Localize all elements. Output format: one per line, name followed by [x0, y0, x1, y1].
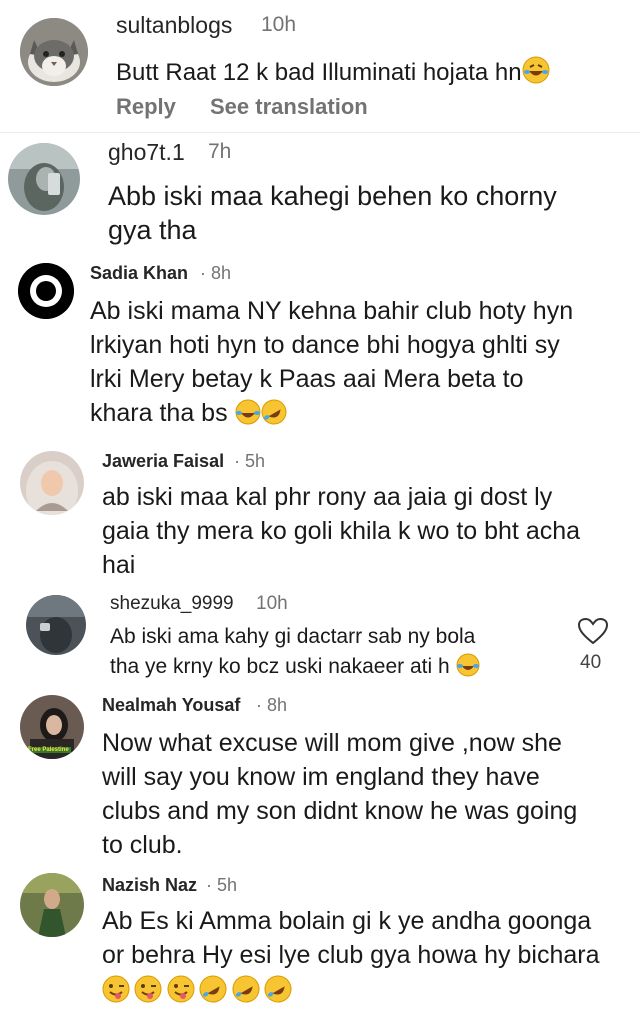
comment-line: hai [102, 551, 136, 579]
comment-line: Abb iski maa kahegi behen ko chorny [108, 181, 557, 211]
emoji-row [102, 975, 292, 1005]
comment-line: lrkiyan hoti hyn to dance bhi hogya ghlt… [90, 331, 560, 359]
comment-line: Ab iski ama kahy gi dactarr sab ny bola [110, 625, 476, 648]
username[interactable]: shezuka_9999 [110, 593, 234, 615]
username[interactable]: sultanblogs [116, 12, 232, 39]
like-count: 40 [580, 652, 602, 673]
rolling-laughing-emoji-icon [261, 399, 287, 432]
like-button[interactable] [577, 617, 609, 645]
comment-line: gaia thy mera ko goli khila k wo to bht … [102, 517, 581, 545]
timestamp: 10h [256, 593, 288, 614]
username[interactable]: Jaweria Faisal [102, 451, 224, 472]
timestamp: · 5h [234, 451, 266, 471]
timestamp: · 8h [200, 263, 232, 283]
winking-tongue-emoji-icon [102, 975, 130, 1008]
comment-jaweria-faisal: Jaweria Faisal · 5h ab iski maa kal phr … [0, 443, 640, 585]
comment-line: clubs and my son didnt know he was going [102, 797, 578, 825]
comment-line: lrki Mery betay k Paas aai Mera beta to [90, 365, 524, 393]
default-avatar-icon [18, 263, 74, 319]
timestamp: 7h [208, 140, 232, 163]
comment-text-last: tha ye krny ko bcz uski nakaeer ati h [110, 653, 480, 683]
comment-gho7t: gho7t.1 7h Abb iski maa kahegi behen ko … [0, 133, 640, 253]
comment-sultanblogs: sultanblogs 10h Butt Raat 12 k bad Illum… [0, 0, 640, 130]
comment-text-last: khara tha bs [90, 399, 287, 432]
rolling-laughing-emoji-icon [264, 975, 292, 1008]
username[interactable]: Nealmah Yousaf [102, 695, 240, 716]
comment-line: tha ye krny ko bcz uski nakaeer ati h [110, 655, 450, 678]
avatar[interactable] [20, 451, 84, 515]
timestamp: 10h [261, 13, 297, 36]
comment-text: Butt Raat 12 k bad Illuminati hojata hn [116, 56, 550, 91]
avatar[interactable]: Free Palestine [20, 695, 84, 759]
comment-nazish-naz: Nazish Naz · 5h Ab Es ki Amma bolain gi … [0, 867, 640, 1020]
winking-tongue-emoji-icon [167, 975, 195, 1008]
username[interactable]: Sadia Khan [90, 263, 188, 284]
person-avatar-icon [20, 873, 84, 937]
laughing-emoji-icon [522, 56, 550, 91]
avatar[interactable] [8, 143, 80, 215]
comment-sadia-khan: Sadia Khan · 8h Ab iski mama NY kehna ba… [0, 253, 640, 443]
person-avatar-icon [8, 143, 80, 215]
avatar[interactable] [20, 18, 88, 86]
comment-line: ab iski maa kal phr rony aa jaia gi dost… [102, 483, 553, 511]
avatar-caption: Free Palestine [26, 747, 71, 753]
comment-line: or behra Hy esi lye club gya howa hy bic… [102, 941, 600, 969]
laughing-emoji-icon [235, 399, 261, 432]
heart-icon [577, 617, 609, 645]
see-translation-button[interactable]: See translation [210, 94, 368, 120]
comment-line: gya tha [108, 215, 197, 245]
comment-line: Ab iski mama NY kehna bahir club hoty hy… [90, 297, 574, 325]
comment-line: will say you know im england they have [102, 763, 540, 791]
timestamp: · 5h [206, 875, 238, 895]
cat-avatar-icon [20, 18, 88, 86]
username[interactable]: gho7t.1 [108, 139, 185, 166]
avatar[interactable] [26, 595, 86, 655]
comment-nealmah-yousaf: Free Palestine Nealmah Yousaf · 8h Now w… [0, 687, 640, 867]
woman-avatar-icon [20, 451, 84, 515]
rolling-laughing-emoji-icon [232, 975, 260, 1008]
dark-avatar-icon [26, 595, 86, 655]
comment-line: khara tha bs [90, 399, 228, 427]
comment-line: Ab Es ki Amma bolain gi k ye andha goong… [102, 907, 592, 935]
reply-button[interactable]: Reply [116, 94, 176, 120]
rolling-laughing-emoji-icon [199, 975, 227, 1008]
username[interactable]: Nazish Naz [102, 875, 197, 896]
avatar[interactable] [18, 263, 74, 319]
comment-line: Butt Raat 12 k bad Illuminati hojata hn [116, 59, 522, 86]
timestamp: · 8h [256, 695, 288, 715]
comment-shezuka: shezuka_9999 10h Ab iski ama kahy gi dac… [0, 585, 640, 687]
winking-tongue-emoji-icon [134, 975, 162, 1008]
laughing-emoji-icon [456, 653, 480, 683]
comment-line: to club. [102, 831, 183, 859]
avatar[interactable] [20, 873, 84, 937]
comment-line: Now what excuse will mom give ,now she [102, 729, 562, 757]
